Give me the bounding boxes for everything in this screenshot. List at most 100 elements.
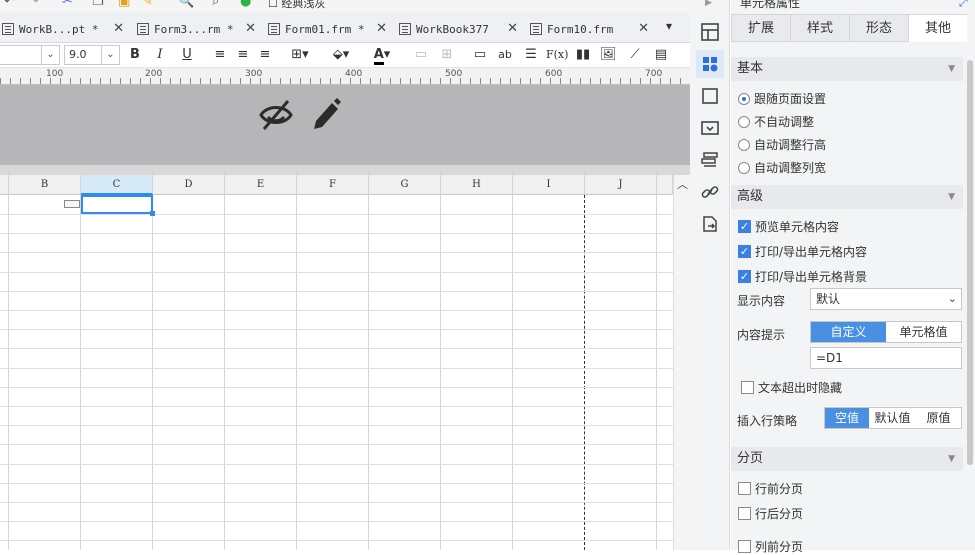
- check-page-after-row[interactable]: 行后分页: [738, 505, 803, 522]
- dropdown-widget-icon[interactable]: [700, 118, 720, 138]
- check-icon[interactable]: ●: [240, 0, 251, 9]
- radio-follow-page[interactable]: 跟随页面设置: [738, 90, 826, 107]
- copy-icon[interactable]: ❐: [92, 0, 104, 9]
- tab-form[interactable]: 形态: [849, 14, 908, 42]
- chevron-up-icon[interactable]: ︿: [677, 176, 688, 192]
- column-header[interactable]: [657, 175, 673, 195]
- tab-form10[interactable]: Form10.frm ✕: [524, 15, 655, 43]
- link-icon[interactable]: [700, 182, 720, 202]
- text-style-button[interactable]: ab: [496, 46, 514, 64]
- insert-row-icon[interactable]: ▭: [472, 46, 488, 64]
- checkbox-unchecked[interactable]: [738, 482, 751, 495]
- fill-color-icon[interactable]: ⬙▾: [328, 46, 354, 64]
- merge-cells-icon[interactable]: ▭: [413, 46, 429, 64]
- font-family-select[interactable]: ⌄: [0, 45, 60, 65]
- checkbox-unchecked[interactable]: [738, 540, 751, 553]
- formula-button[interactable]: F(x): [546, 46, 568, 64]
- check-print-background[interactable]: ✓ 打印/导出单元格背景: [738, 268, 867, 285]
- cut-icon[interactable]: ✂: [62, 0, 73, 9]
- font-size-select[interactable]: 9.0 ⌄: [64, 45, 120, 65]
- align-left-icon[interactable]: ≡: [212, 46, 228, 64]
- fill-handle[interactable]: [150, 211, 155, 216]
- column-header[interactable]: J: [585, 175, 657, 195]
- column-header-selected[interactable]: C: [81, 175, 153, 195]
- frame-icon[interactable]: [700, 86, 720, 106]
- chart-icon[interactable]: ▮▮: [575, 46, 591, 64]
- tab-style[interactable]: 样式: [790, 14, 849, 42]
- preview-icon[interactable]: 🔍: [178, 0, 194, 9]
- format-painter-icon[interactable]: ✎: [142, 0, 153, 9]
- undo-icon[interactable]: ↶: [4, 0, 15, 9]
- tab-workbook-1[interactable]: WorkB...pt * ✕: [0, 15, 130, 43]
- check-overflow-hide[interactable]: 文本超出时隐藏: [741, 379, 842, 396]
- spreadsheet-grid[interactable]: B C D E F G H I J: [0, 175, 673, 550]
- column-header[interactable]: I: [513, 175, 585, 195]
- tab-form01[interactable]: Form01.frm * ✕: [262, 15, 393, 43]
- panel-scrollbar[interactable]: [967, 60, 973, 465]
- font-color-icon[interactable]: A▾: [367, 46, 397, 65]
- checkbox-checked[interactable]: ✓: [738, 245, 751, 258]
- check-print-content[interactable]: ✓ 打印/导出单元格内容: [738, 243, 867, 260]
- redo-icon[interactable]: ↷: [28, 0, 39, 9]
- insert-empty-option[interactable]: 空值: [825, 408, 869, 428]
- edit-pencil-icon[interactable]: [310, 97, 342, 133]
- close-icon[interactable]: ✕: [507, 21, 518, 36]
- column-header[interactable]: B: [9, 175, 81, 195]
- underline-button[interactable]: U: [180, 46, 194, 64]
- content-tip-toggle[interactable]: 自定义 单元格值: [810, 321, 962, 343]
- radio-button[interactable]: [738, 92, 750, 105]
- chevron-right-icon[interactable]: ▶: [705, 0, 712, 8]
- checkbox-unchecked[interactable]: [741, 381, 754, 394]
- tab-other[interactable]: 其他: [908, 14, 967, 42]
- split-cells-icon[interactable]: ⊞: [439, 46, 455, 64]
- export-icon[interactable]: [700, 214, 720, 234]
- column-header[interactable]: E: [225, 175, 297, 195]
- tab-form3[interactable]: Form3...rm * ✕: [131, 15, 262, 43]
- cell-property-tab[interactable]: [696, 50, 724, 78]
- search-icon[interactable]: ⌕: [212, 0, 219, 9]
- close-icon[interactable]: ✕: [376, 21, 387, 36]
- tab-expand[interactable]: 扩展: [731, 14, 790, 42]
- close-icon[interactable]: ✕: [638, 21, 649, 36]
- paragraph-icon[interactable]: ☰: [523, 46, 539, 64]
- display-content-select[interactable]: 默认 ⌄: [810, 288, 962, 310]
- column-header[interactable]: F: [297, 175, 369, 195]
- checkbox-checked[interactable]: ✓: [738, 220, 751, 233]
- insert-strategy-toggle[interactable]: 空值 默认值 原值: [824, 407, 962, 429]
- close-icon[interactable]: ✕: [245, 21, 256, 36]
- radio-no-auto-adjust[interactable]: 不自动调整: [738, 113, 814, 130]
- radio-auto-row-height[interactable]: 自动调整行高: [738, 136, 826, 153]
- paste-icon[interactable]: ▣: [118, 0, 130, 9]
- layout-icon[interactable]: [700, 22, 720, 42]
- column-header[interactable]: H: [441, 175, 513, 195]
- image-icon[interactable]: 🖼: [600, 46, 617, 64]
- italic-button[interactable]: I: [153, 46, 167, 64]
- tip-custom-option[interactable]: 自定义: [811, 322, 886, 342]
- section-paging-header[interactable]: 分页 ▼: [731, 447, 963, 471]
- check-preview-content[interactable]: ✓ 预览单元格内容: [738, 218, 839, 235]
- tab-list-icon[interactable]: ▾: [666, 19, 672, 33]
- column-header[interactable]: D: [153, 175, 225, 195]
- close-icon[interactable]: ✕: [113, 21, 124, 36]
- tip-cell-value-option[interactable]: 单元格值: [886, 322, 961, 342]
- more-icon[interactable]: ▤: [653, 46, 669, 64]
- section-advanced-header[interactable]: 高级 ▼: [731, 185, 963, 209]
- slash-cell-icon[interactable]: ⟋: [627, 46, 643, 64]
- check-page-before-col[interactable]: 列前分页: [738, 538, 803, 555]
- bold-button[interactable]: B: [128, 46, 142, 64]
- column-header[interactable]: G: [369, 175, 441, 195]
- checkbox-unchecked[interactable]: [738, 507, 751, 520]
- radio-auto-col-width[interactable]: 自动调整列宽: [738, 159, 826, 176]
- selected-cell[interactable]: [81, 195, 153, 214]
- checkbox-checked[interactable]: ✓: [738, 270, 751, 283]
- hide-eye-icon[interactable]: [258, 97, 294, 133]
- insert-original-option[interactable]: 原值: [916, 408, 961, 428]
- cell-widget-icon[interactable]: [64, 200, 80, 208]
- align-center-icon[interactable]: ≡: [235, 46, 251, 64]
- insert-default-option[interactable]: 默认值: [869, 408, 916, 428]
- check-page-before-row[interactable]: 行前分页: [738, 480, 803, 497]
- radio-button[interactable]: [738, 115, 750, 128]
- radio-button[interactable]: [738, 161, 750, 174]
- tab-workbook377[interactable]: WorkBook377 ✕: [393, 15, 524, 43]
- content-tip-input[interactable]: =D1: [810, 347, 962, 369]
